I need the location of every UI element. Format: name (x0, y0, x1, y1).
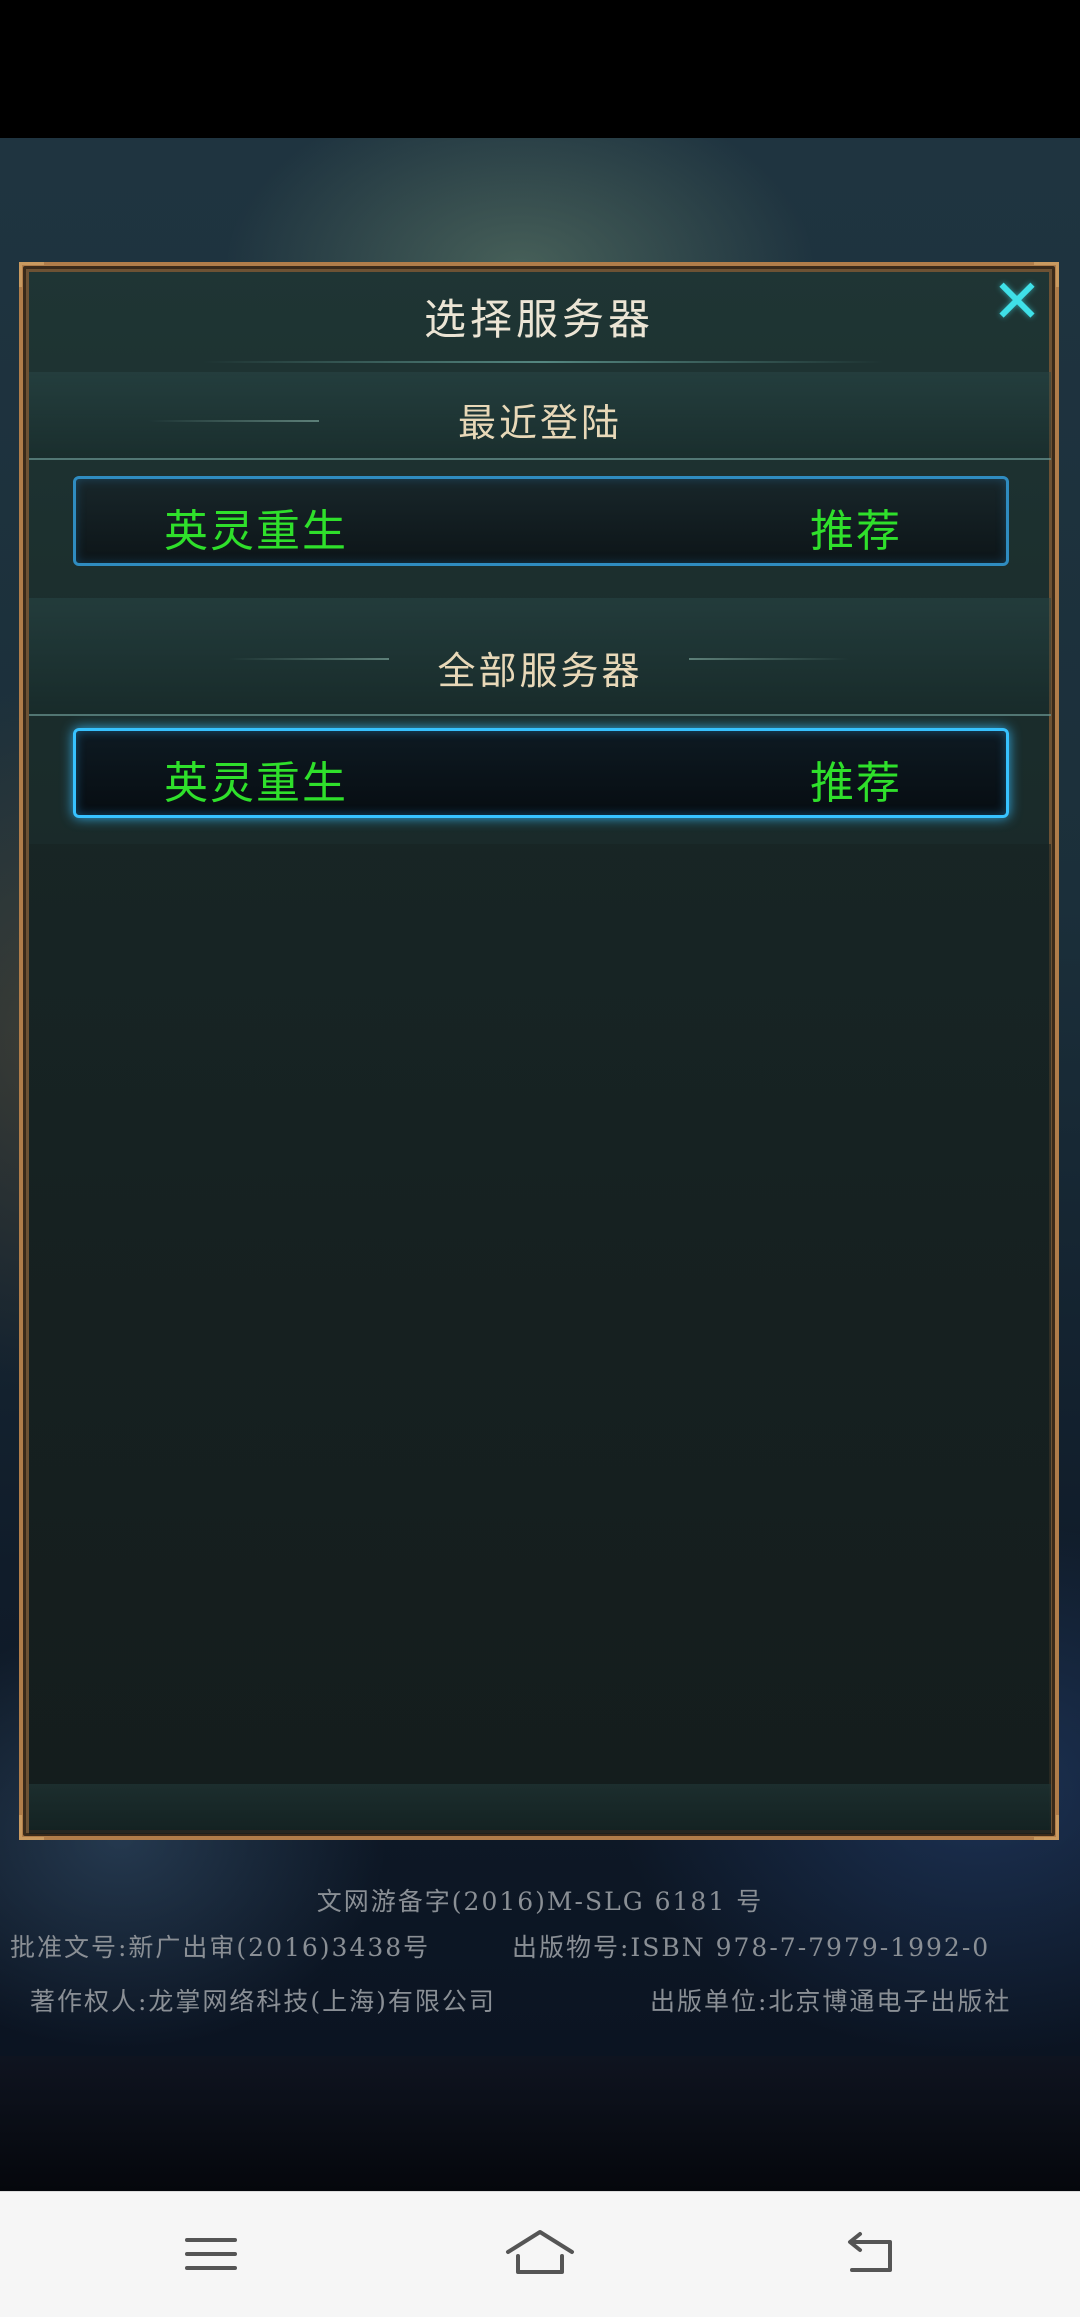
menu-icon[interactable] (171, 2222, 251, 2286)
recent-server-row[interactable]: 英灵重生 推荐 (73, 476, 1009, 566)
background-lower-area (0, 2056, 1080, 2191)
close-icon[interactable]: ✕ (989, 272, 1045, 332)
recent-section-title: 最近登陆 (457, 401, 622, 445)
system-navigation-bar (0, 2191, 1080, 2317)
recent-section-header: 最近登陆 (29, 372, 1051, 460)
server-status-tag: 推荐 (810, 506, 902, 557)
all-server-row-selected[interactable]: 英灵重生 推荐 (73, 728, 1009, 818)
legal-line-1: 文网游备字(2016)M-SLG 6181 号 (316, 1887, 764, 1916)
server-name: 英灵重生 (164, 506, 348, 557)
home-icon[interactable] (500, 2222, 580, 2286)
publisher: 出版单位:北京博通电子出版社 (650, 1987, 1012, 2016)
server-name: 英灵重生 (164, 758, 348, 809)
server-status-tag: 推荐 (810, 758, 902, 809)
server-list (29, 844, 1051, 1834)
frame-corner (19, 262, 44, 287)
status-bar-area (0, 0, 1080, 138)
dialog-title: 选择服务器 (423, 295, 654, 344)
server-select-dialog: 选择服务器 ✕ 最近登陆 英灵重生 推荐 全部服务器 英灵重生 推荐 (19, 262, 1059, 1840)
all-section-title: 全部服务器 (437, 649, 643, 693)
back-icon[interactable] (830, 2222, 910, 2286)
all-section-header: 全部服务器 (29, 598, 1051, 716)
title-divider (203, 361, 883, 363)
copyright-holder: 著作权人:龙掌网络科技(上海)有限公司 (30, 1987, 496, 2016)
publication-number: 出版物号:ISBN 978-7-7979-1992-0 (512, 1933, 991, 1962)
approval-number: 批准文号:新广出审(2016)3438号 (10, 1933, 431, 1962)
dialog-footer-band (29, 1784, 1051, 1830)
